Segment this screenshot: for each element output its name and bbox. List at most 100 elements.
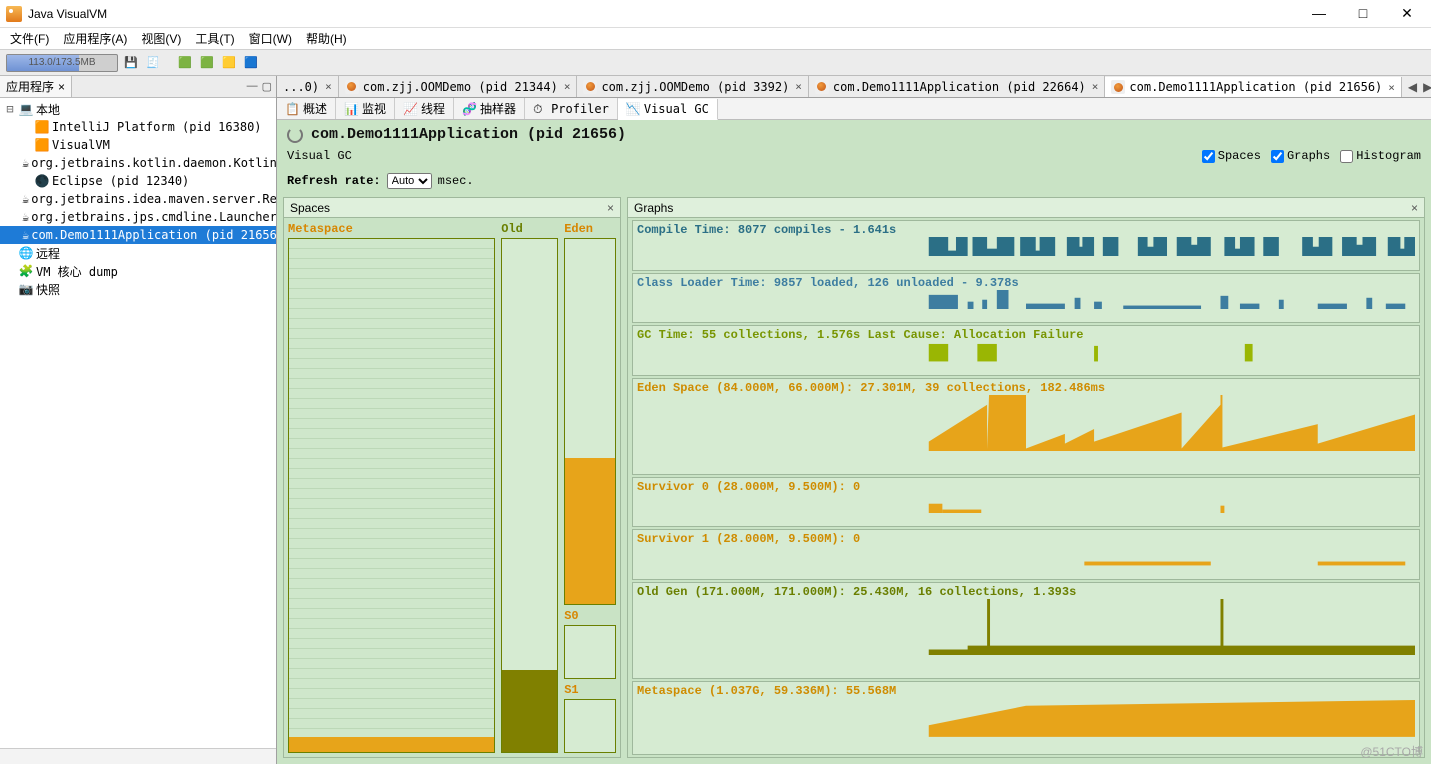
old-label: Old bbox=[501, 222, 558, 238]
graph-gc-time: GC Time: 55 collections, 1.576s Last Cau… bbox=[632, 325, 1420, 376]
refresh-icon[interactable] bbox=[287, 127, 303, 143]
checkbox-spaces[interactable]: Spaces bbox=[1202, 149, 1261, 163]
close-icon[interactable]: × bbox=[58, 80, 65, 94]
subtab-sampler[interactable]: 🧬抽样器 bbox=[454, 98, 525, 119]
graph-eden-space: Eden Space (84.000M, 66.000M): 27.301M, … bbox=[632, 378, 1420, 475]
refresh-unit: msec. bbox=[438, 174, 474, 188]
refresh-rate-label: Refresh rate: bbox=[287, 174, 381, 188]
s1-box bbox=[564, 699, 616, 753]
page-title: com.Demo1111Application (pid 21656) bbox=[311, 126, 626, 143]
close-icon[interactable]: × bbox=[564, 80, 571, 93]
applications-sidebar: 应用程序 × — ▢ ⊟💻本地🟧IntelliJ Platform (pid 1… bbox=[0, 76, 277, 764]
editor-area: ...0)×com.zjj.OOMDemo (pid 21344)×com.zj… bbox=[277, 76, 1431, 764]
tree-node[interactable]: ☕org.jetbrains.jps.cmdline.Launcher bbox=[0, 208, 276, 226]
menu-tools[interactable]: 工具(T) bbox=[191, 29, 238, 48]
menu-help[interactable]: 帮助(H) bbox=[302, 29, 351, 48]
menu-view[interactable]: 视图(V) bbox=[137, 29, 185, 48]
tree-node[interactable]: 📷快照 bbox=[0, 280, 276, 298]
graphs-pane: Graphs × Compile Time: 8077 compiles - 1.… bbox=[627, 197, 1425, 758]
subtab-visual-gc[interactable]: 📉Visual GC bbox=[618, 99, 718, 120]
overview-icon: 📋 bbox=[285, 102, 299, 116]
s1-label: S1 bbox=[564, 683, 616, 699]
tab-next-button[interactable]: ▶ bbox=[1423, 80, 1431, 94]
visual-gc-panel: com.Demo1111Application (pid 21656) Visu… bbox=[277, 120, 1431, 764]
graphs-title: Graphs bbox=[634, 201, 673, 215]
java-icon bbox=[583, 80, 597, 94]
save-icon[interactable]: 💾 bbox=[122, 54, 140, 72]
sidebar-tab-bar: 应用程序 × — ▢ bbox=[0, 76, 276, 98]
tree-node[interactable]: ☕org.jetbrains.kotlin.daemon.KotlinCompi… bbox=[0, 154, 276, 172]
threads-icon: 📈 bbox=[403, 102, 417, 116]
metaspace-box bbox=[288, 238, 495, 753]
close-icon[interactable]: × bbox=[1388, 81, 1395, 94]
close-icon[interactable]: × bbox=[1411, 201, 1418, 215]
heap-usage-indicator[interactable]: 113.0/173.5MB bbox=[6, 54, 118, 72]
close-icon[interactable]: × bbox=[1092, 80, 1099, 93]
subtab-monitor[interactable]: 📊监视 bbox=[336, 98, 395, 119]
gc-icon[interactable]: 🟦 bbox=[242, 54, 260, 72]
java-icon bbox=[345, 80, 359, 94]
detail-tab-bar: 📋概述 📊监视 📈线程 🧬抽样器 ⏱Profiler 📉Visual GC bbox=[277, 98, 1431, 120]
s0-box bbox=[564, 625, 616, 679]
tree-node[interactable]: 🟧IntelliJ Platform (pid 16380) bbox=[0, 118, 276, 136]
menu-file[interactable]: 文件(F) bbox=[6, 29, 53, 48]
tree-node[interactable]: ☕org.jetbrains.idea.maven.server.RemoteM… bbox=[0, 190, 276, 208]
subtab-overview[interactable]: 📋概述 bbox=[277, 98, 336, 119]
applications-tree[interactable]: ⊟💻本地🟧IntelliJ Platform (pid 16380)🟧Visua… bbox=[0, 98, 276, 748]
tree-node[interactable]: 🧩VM 核心 dump bbox=[0, 262, 276, 280]
visualgc-icon: 📉 bbox=[626, 102, 640, 116]
close-icon[interactable]: × bbox=[607, 201, 614, 215]
editor-tab[interactable]: com.Demo1111Application (pid 22664)× bbox=[809, 76, 1106, 97]
graph-classloader-time: Class Loader Time: 9857 loaded, 126 unlo… bbox=[632, 273, 1420, 324]
editor-tab[interactable]: com.zjj.OOMDemo (pid 3392)× bbox=[577, 76, 808, 97]
close-icon[interactable]: × bbox=[325, 80, 332, 93]
refresh-rate-select[interactable]: Auto bbox=[387, 173, 432, 189]
editor-tab-bar: ...0)×com.zjj.OOMDemo (pid 21344)×com.zj… bbox=[277, 76, 1431, 98]
thread-dump-icon[interactable]: 🟩 bbox=[198, 54, 216, 72]
close-icon[interactable]: × bbox=[795, 80, 802, 93]
menu-application[interactable]: 应用程序(A) bbox=[59, 29, 131, 48]
tab-prev-button[interactable]: ◀ bbox=[1408, 80, 1417, 94]
tree-node[interactable]: ⊟💻本地 bbox=[0, 100, 276, 118]
tree-node[interactable]: 🟧VisualVM bbox=[0, 136, 276, 154]
subtab-threads[interactable]: 📈线程 bbox=[395, 98, 454, 119]
graph-old-gen: Old Gen (171.000M, 171.000M): 25.430M, 1… bbox=[632, 582, 1420, 679]
visualvm-icon bbox=[6, 6, 22, 22]
graph-compile-time: Compile Time: 8077 compiles - 1.641s bbox=[632, 220, 1420, 271]
metaspace-label: Metaspace bbox=[288, 222, 495, 238]
minimize-panel-button[interactable]: — bbox=[247, 80, 258, 93]
java-icon bbox=[815, 80, 829, 94]
sidebar-scrollbar[interactable] bbox=[0, 748, 276, 764]
editor-tab[interactable]: ...0)× bbox=[277, 76, 339, 97]
main-toolbar: 113.0/173.5MB 💾 🧾 🟩 🟩 🟨 🟦 bbox=[0, 50, 1431, 76]
eden-label: Eden bbox=[564, 222, 616, 238]
checkbox-histogram[interactable]: Histogram bbox=[1340, 149, 1421, 163]
tree-node[interactable]: 🌑Eclipse (pid 12340) bbox=[0, 172, 276, 190]
editor-tab[interactable]: com.zjj.OOMDemo (pid 21344)× bbox=[339, 76, 578, 97]
watermark: @51CTO博 bbox=[1360, 743, 1423, 760]
eden-box bbox=[564, 238, 616, 605]
snapshot-icon[interactable]: 🧾 bbox=[144, 54, 162, 72]
monitor-icon: 📊 bbox=[344, 102, 358, 116]
profiler-icon: ⏱ bbox=[533, 102, 547, 116]
heap-dump-icon[interactable]: 🟩 bbox=[176, 54, 194, 72]
editor-tab[interactable]: com.Demo1111Application (pid 21656)× bbox=[1105, 77, 1402, 98]
sidebar-tab-applications[interactable]: 应用程序 × bbox=[0, 76, 72, 97]
window-maximize-button[interactable]: □ bbox=[1351, 5, 1375, 22]
window-minimize-button[interactable]: — bbox=[1307, 5, 1331, 22]
s0-label: S0 bbox=[564, 609, 616, 625]
tree-node[interactable]: 🌐远程 bbox=[0, 244, 276, 262]
restore-panel-button[interactable]: ▢ bbox=[262, 80, 272, 93]
menu-window[interactable]: 窗口(W) bbox=[245, 29, 296, 48]
window-close-button[interactable]: ✕ bbox=[1395, 5, 1419, 22]
old-box bbox=[501, 238, 558, 753]
java-icon bbox=[1111, 80, 1125, 94]
subtab-profiler[interactable]: ⏱Profiler bbox=[525, 98, 618, 119]
spaces-title: Spaces bbox=[290, 201, 330, 215]
tree-node[interactable]: ☕com.Demo1111Application (pid 21656) bbox=[0, 226, 276, 244]
graph-metaspace: Metaspace (1.037G, 59.336M): 55.568M bbox=[632, 681, 1420, 755]
profiler-icon[interactable]: 🟨 bbox=[220, 54, 238, 72]
sampler-icon: 🧬 bbox=[462, 102, 476, 116]
subtitle: Visual GC bbox=[287, 149, 352, 163]
checkbox-graphs[interactable]: Graphs bbox=[1271, 149, 1330, 163]
